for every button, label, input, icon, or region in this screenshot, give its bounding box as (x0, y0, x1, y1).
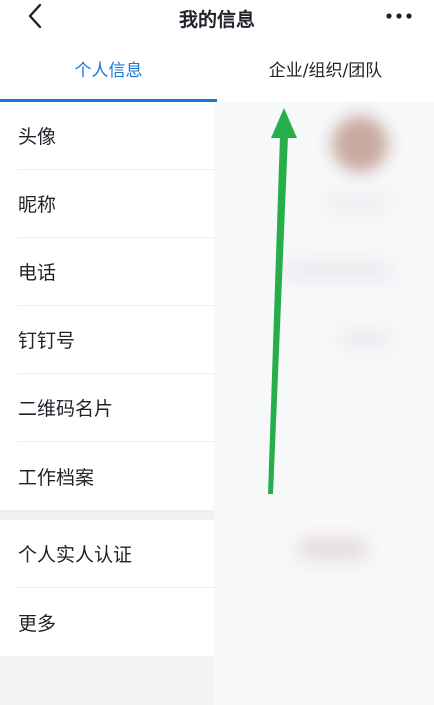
tab-personal-info[interactable]: 个人信息 (0, 34, 217, 102)
blurred-value (284, 262, 394, 280)
list-item-nickname[interactable]: 昵称 (18, 170, 214, 238)
verification-group: 个人实人认证 更多 (0, 520, 214, 656)
list-item-work-profile[interactable]: 工作档案 (18, 442, 214, 510)
tab-organization[interactable]: 企业/组织/团队 (217, 34, 434, 102)
more-button[interactable] (384, 6, 414, 26)
blurred-value (326, 194, 390, 212)
list-item-qr-card[interactable]: 二维码名片 (18, 374, 214, 442)
blurred-avatar (332, 116, 388, 172)
more-horizontal-icon (386, 13, 412, 19)
blurred-value (298, 538, 368, 560)
personal-info-group: 头像 昵称 电话 钉钉号 二维码名片 工作档案 (0, 102, 214, 510)
list-item-identity-verification[interactable]: 个人实人认证 (18, 520, 214, 588)
navigation-bar: 我的信息 (0, 0, 434, 34)
personal-info-list: 头像 昵称 电话 钉钉号 二维码名片 工作档案 个人实人认证 更多 (0, 102, 214, 705)
info-tabs: 个人信息 企业/组织/团队 (0, 34, 434, 102)
section-divider (0, 510, 214, 520)
blurred-value (340, 330, 390, 348)
list-item-phone[interactable]: 电话 (18, 238, 214, 306)
list-item-dingtalk-id[interactable]: 钉钉号 (18, 306, 214, 374)
page-title: 我的信息 (178, 9, 255, 31)
blurred-values-panel (214, 102, 434, 705)
list-item-more[interactable]: 更多 (18, 588, 214, 656)
list-item-avatar[interactable]: 头像 (18, 102, 214, 170)
